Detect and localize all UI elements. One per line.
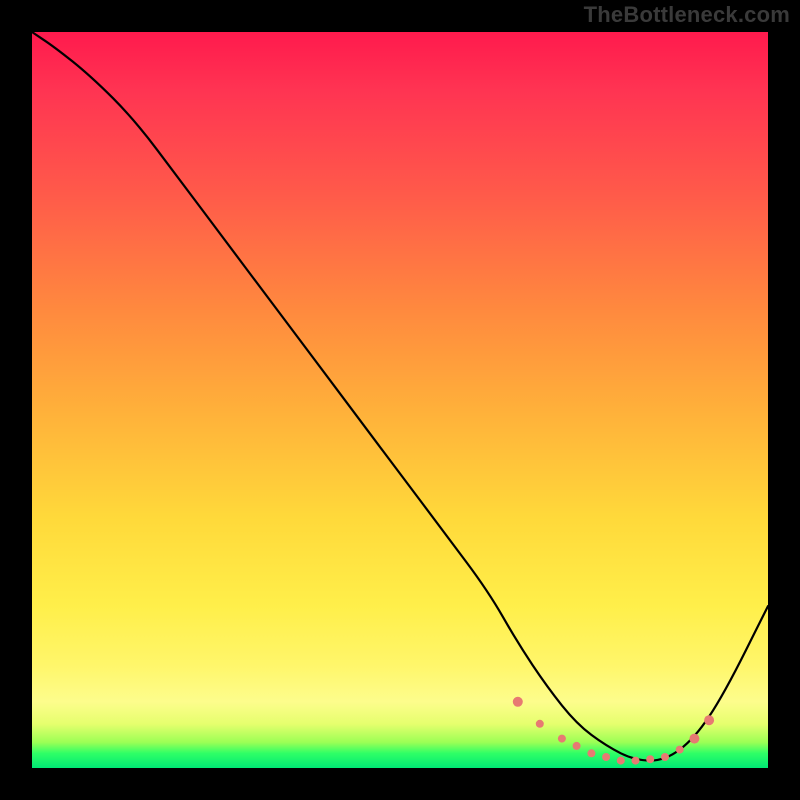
marker-dot (587, 749, 595, 757)
marker-dot (661, 753, 669, 761)
bottleneck-curve (32, 32, 768, 761)
plot-area (32, 32, 768, 768)
marker-dot (617, 757, 625, 765)
marker-dot (513, 697, 523, 707)
marker-dot (573, 742, 581, 750)
marker-dot (646, 755, 654, 763)
marker-dot (704, 715, 714, 725)
marker-dot (536, 720, 544, 728)
chart-svg (32, 32, 768, 768)
highlight-markers (513, 697, 714, 765)
attribution-text: TheBottleneck.com (584, 2, 790, 28)
marker-dot (676, 746, 684, 754)
marker-dot (689, 734, 699, 744)
chart-frame: TheBottleneck.com (0, 0, 800, 800)
marker-dot (602, 753, 610, 761)
marker-dot (632, 757, 640, 765)
marker-dot (558, 735, 566, 743)
